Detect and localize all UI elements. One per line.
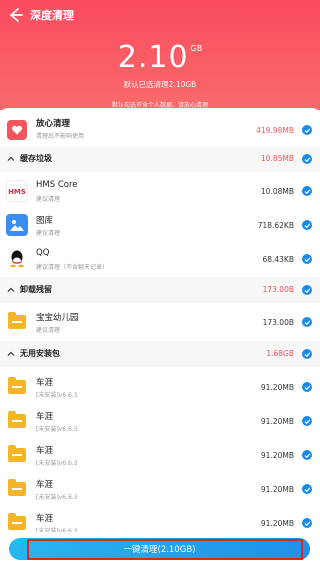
item-checkbox[interactable] [302,186,312,196]
folder-icon [6,478,28,500]
total-size: 2.10 GB 默认已选清理2.10GB 默认勾选不含个人数据，请放心清理 [0,40,320,109]
item-size: 91.20MB [260,518,294,528]
item-name: 车涯 [36,480,54,490]
item-checkbox[interactable] [302,416,312,426]
item-checkbox[interactable] [302,220,312,230]
item-name: HMS Core [36,180,78,190]
list-item[interactable]: 图库 建议清理 718.62KB [0,208,320,242]
folder-icon [6,512,28,534]
safe-clean-name: 放心清理 [36,119,71,129]
item-size: 68.43KB [262,254,294,264]
item-sub: 建议清理 [36,327,61,334]
item-sub: [未安装]v6.6.3 [36,392,78,399]
item-size: 91.20MB [260,382,294,392]
safe-clean-sub: 清理后不影响使用 [36,133,85,140]
folder-icon [6,444,28,466]
item-sub: 建议清理 [36,230,61,237]
header: 深度清理 2.10 GB 默认已选清理2.10GB 默认勾选不含个人数据，请放心清… [0,0,320,110]
item-checkbox[interactable] [302,518,312,528]
section-checkbox[interactable] [302,285,312,295]
svg-text:HMS: HMS [8,188,26,196]
heart-icon [7,120,27,140]
list-item[interactable]: 车涯 [未安装]v6.6.3 91.20MB [0,404,320,438]
item-size: 718.62KB [257,220,294,230]
folder-icon [6,376,28,398]
qq-icon [6,248,28,270]
safe-clean-checkbox[interactable] [302,125,312,135]
list-item[interactable]: HMS HMS Core 建议清理 10.08MB [0,174,320,208]
item-checkbox[interactable] [302,254,312,264]
item-sub: [未安装]v6.6.3 [36,494,78,501]
section-title: 无用安装包 [20,349,60,358]
section-total: 1.68GB [266,349,294,358]
item-name: 图库 [36,216,54,226]
item-size: 10.08MB [260,186,294,196]
safe-clean-row[interactable]: 放心清理 清理后不影响使用 419.98MB [0,114,320,146]
chevron-up-icon[interactable] [7,155,15,163]
item-name: QQ [36,248,50,258]
back-arrow-icon[interactable] [6,6,24,24]
section-checkbox[interactable] [302,349,312,359]
chevron-up-icon[interactable] [7,350,15,358]
list-item[interactable]: 宝宝幼儿园 建议清理 173.00B [0,305,320,339]
item-name: 车涯 [36,378,54,388]
item-sub: 建议清理 [36,196,61,203]
section-title: 缓存垃圾 [20,154,52,163]
item-sub: 建议清理（不含聊天记录） [36,264,109,271]
hms-core-icon: HMS [6,180,28,202]
chevron-up-icon[interactable] [7,286,15,294]
section-total: 173.00B [262,285,294,294]
section-uninstall-residue[interactable]: 卸载残留 173.00B [0,277,320,303]
top-bar: 深度清理 [0,0,320,30]
list-item[interactable]: 车涯 [未安装]v6.6.3 91.20MB [0,438,320,472]
item-sub: [未安装]v6.6.3 [36,426,78,433]
item-name: 车涯 [36,514,54,524]
item-name: 宝宝幼儿园 [36,313,79,323]
total-size-value: 2.10 [117,40,189,75]
item-size: 91.20MB [260,484,294,494]
item-checkbox[interactable] [302,484,312,494]
item-sub: [未安装]v6.6.3 [36,460,78,467]
selected-summary: 默认已选清理2.10GB [123,80,197,89]
list-item[interactable]: 车涯 [未安装]v6.6.3 91.20MB [0,472,320,506]
item-checkbox[interactable] [302,382,312,392]
page-title: 深度清理 [30,9,74,22]
gallery-icon [6,214,28,236]
section-useless-packages[interactable]: 无用安装包 1.68GB [0,341,320,367]
safe-clean-size: 419.98MB [256,125,294,135]
folder-icon [6,410,28,432]
item-size: 173.00B [262,317,294,327]
bottom-bar: 一键清理(2.10GB) [0,532,320,562]
item-size: 91.20MB [260,450,294,460]
section-checkbox[interactable] [302,154,312,164]
item-name: 车涯 [36,446,54,456]
section-cache[interactable]: 缓存垃圾 10.85MB [0,146,320,172]
clean-list-panel: 放心清理 清理后不影响使用 419.98MB 缓存垃圾 10.85MB HMS … [0,108,320,562]
list-item[interactable]: 车涯 [未安装]v6.6.3 91.20MB [0,370,320,404]
section-total: 10.85MB [260,154,294,163]
total-size-unit: GB [190,44,203,53]
one-click-clean-button[interactable]: 一键清理(2.10GB) [9,538,310,560]
item-checkbox[interactable] [302,450,312,460]
section-title: 卸载残留 [20,285,52,294]
list-item[interactable]: QQ 建议清理（不含聊天记录） 68.43KB [0,242,320,276]
folder-icon [6,311,28,333]
item-name: 车涯 [36,412,54,422]
item-size: 91.20MB [260,416,294,426]
item-checkbox[interactable] [302,317,312,327]
